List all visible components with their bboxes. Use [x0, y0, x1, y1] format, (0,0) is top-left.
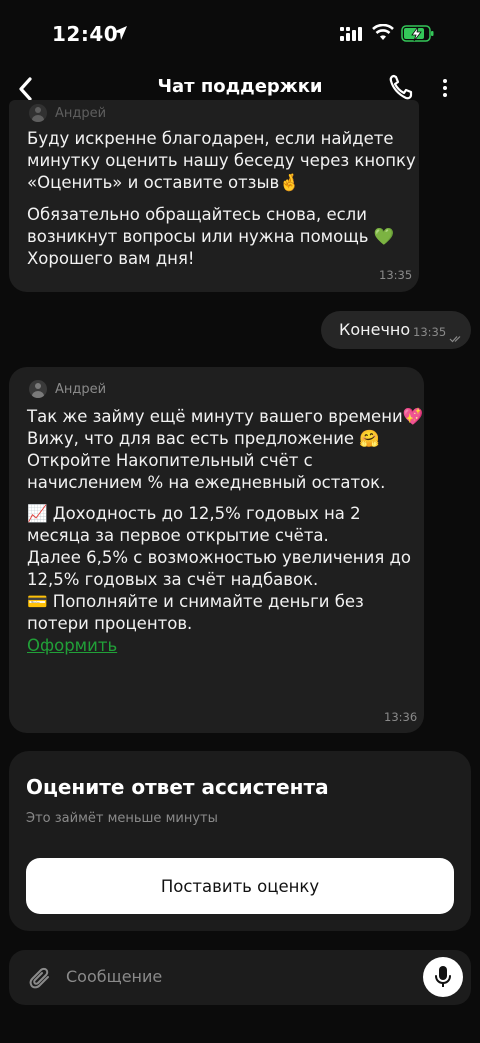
message-time: 13:35 — [413, 325, 447, 339]
battery-charging-icon — [401, 25, 435, 47]
microphone-icon — [435, 966, 451, 987]
more-options-button[interactable] — [434, 73, 456, 103]
message-line: месяца за первое открытие счёта. — [27, 526, 329, 545]
attach-icon[interactable] — [29, 966, 51, 994]
message-line: Откройте Накопительный счёт с — [27, 451, 313, 470]
message-line: Так же займу ещё минуту вашего времени💖 — [27, 407, 424, 426]
call-button[interactable] — [388, 73, 416, 103]
rating-subtitle: Это займёт меньше минуты — [26, 811, 218, 826]
rating-card: Оцените ответ ассистента Это займёт мень… — [9, 751, 471, 931]
assistant-message: Андрей Буду искренне благодарен, если на… — [9, 100, 419, 292]
message-line: Далее 6,5% с возможностью увеличения до — [27, 548, 411, 567]
user-message: Конечно 13:35 — [321, 311, 471, 349]
user-message-text: Конечно — [339, 320, 411, 339]
read-checkmarks-icon — [449, 328, 463, 347]
author-name: Андрей — [55, 381, 107, 397]
message-line: Буду искренне благодарен, если найдете — [27, 129, 394, 148]
message-time: 13:36 — [384, 710, 418, 724]
apply-link[interactable]: Оформить — [27, 636, 117, 655]
message-time: 13:35 — [379, 268, 413, 282]
rating-title: Оцените ответ ассистента — [26, 775, 329, 799]
status-bar: 12:40 — [0, 0, 480, 70]
author-name: Андрей — [55, 105, 107, 121]
message-paragraph: Так же займу ещё минуту вашего времени💖 … — [27, 406, 423, 494]
wifi-icon — [372, 23, 394, 46]
message-line: возникнут вопросы или нужна помощь 💚 — [27, 227, 395, 246]
status-time: 12:40 — [52, 22, 119, 46]
rate-button[interactable]: Поставить оценку — [26, 858, 454, 914]
assistant-message: Андрей Так же займу ещё минуту вашего вр… — [9, 367, 424, 733]
voice-message-button[interactable] — [423, 957, 463, 997]
message-composer: Сообщение — [9, 950, 471, 1005]
avatar — [29, 104, 47, 122]
message-author: Андрей — [29, 380, 106, 398]
message-paragraph: 📈 Доходность до 12,5% годовых на 2 месяц… — [27, 503, 411, 657]
message-author: Андрей — [29, 104, 106, 122]
message-paragraph: Обязательно обращайтесь снова, если возн… — [27, 204, 394, 270]
message-line: Обязательно обращайтесь снова, если — [27, 205, 367, 224]
phone-icon — [389, 74, 413, 100]
message-line: 💳 Пополняйте и снимайте деньги без — [27, 592, 364, 611]
cellular-signal-icon — [340, 26, 364, 46]
message-line: 12,5% годовых за счёт надбавок. — [27, 570, 319, 589]
more-dots-icon — [443, 79, 447, 83]
message-line: «Оценить» и оставите отзыв🤞 — [27, 173, 300, 192]
message-input[interactable]: Сообщение — [66, 967, 162, 986]
message-line: минутку оценить нашу беседу через кнопку — [27, 151, 416, 170]
message-line: начислением % на ежедневный остаток. — [27, 473, 386, 492]
location-arrow-icon — [112, 25, 128, 45]
message-line: Хорошего вам дня! — [27, 249, 195, 268]
message-line: Вижу, что для вас есть предложение 🤗 — [27, 429, 380, 448]
message-line: 📈 Доходность до 12,5% годовых на 2 — [27, 504, 361, 523]
message-line: потери процентов. — [27, 614, 193, 633]
avatar — [29, 380, 47, 398]
message-paragraph: Буду искренне благодарен, если найдете м… — [27, 128, 416, 194]
